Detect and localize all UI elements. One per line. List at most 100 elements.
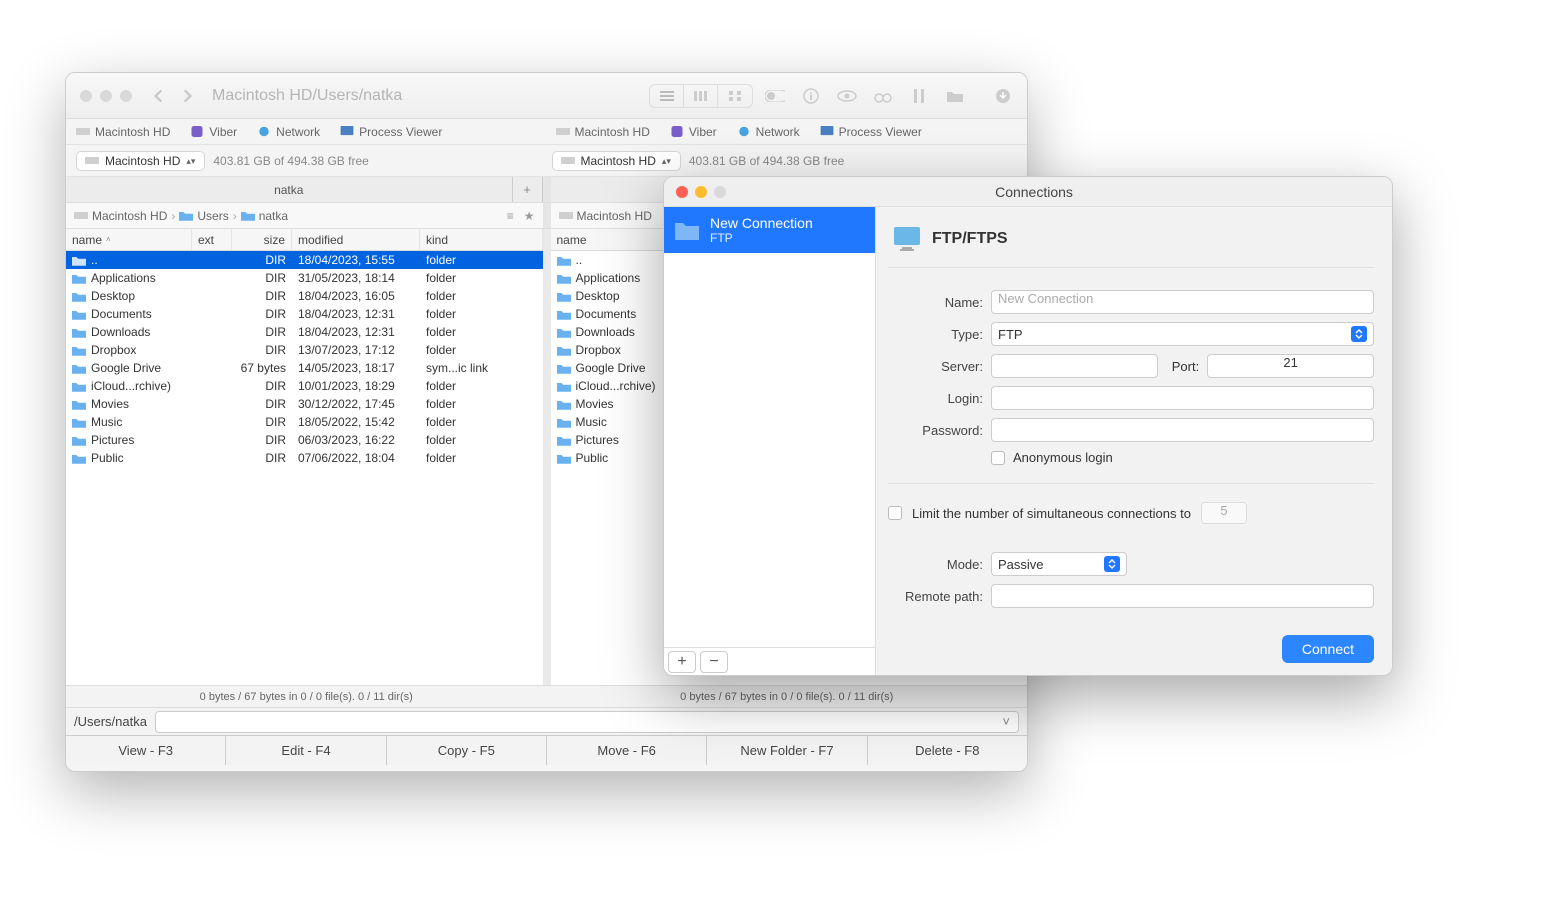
breadcrumb-item[interactable]: Macintosh HD bbox=[74, 209, 167, 223]
fn-button[interactable]: Delete - F8 bbox=[868, 736, 1027, 765]
limit-checkbox[interactable] bbox=[888, 506, 902, 520]
name-input[interactable]: New Connection bbox=[991, 290, 1374, 314]
folder-icon bbox=[674, 219, 700, 241]
header-kind[interactable]: kind bbox=[420, 229, 543, 250]
view-columns-button[interactable] bbox=[684, 85, 718, 107]
fn-button[interactable]: Edit - F4 bbox=[226, 736, 386, 765]
close-window-button[interactable] bbox=[80, 90, 92, 102]
connection-item[interactable]: New Connection FTP bbox=[664, 207, 875, 253]
drive-selector-right[interactable]: Macintosh HD ▴▾ bbox=[552, 151, 681, 171]
favorite-macintosh-hd[interactable]: Macintosh HD bbox=[76, 125, 170, 139]
connection-form: FTP/FTPS Name: New Connection Type: FTP … bbox=[876, 207, 1392, 675]
breadcrumb-item[interactable]: Macintosh HD bbox=[559, 209, 652, 223]
favorites-bar: Macintosh HD Viber Network Process Viewe… bbox=[66, 119, 1027, 145]
chevron-updown-icon: ▴▾ bbox=[186, 158, 196, 164]
path-bar: /Users/natka ˅ bbox=[66, 707, 1027, 735]
fn-button[interactable]: New Folder - F7 bbox=[707, 736, 867, 765]
status-right: 0 bytes / 67 bytes in 0 / 0 file(s). 0 /… bbox=[547, 686, 1028, 707]
table-row[interactable]: PublicDIR07/06/2022, 18:04folder bbox=[66, 449, 543, 467]
header-size[interactable]: size bbox=[232, 229, 292, 250]
favorite-macintosh-hd-right[interactable]: Macintosh HD bbox=[556, 125, 650, 139]
remove-connection-button[interactable]: − bbox=[700, 651, 728, 673]
table-row[interactable]: DocumentsDIR18/04/2023, 12:31folder bbox=[66, 305, 543, 323]
folder-icon[interactable] bbox=[945, 89, 965, 103]
info-icon[interactable] bbox=[801, 89, 821, 103]
favorite-process-viewer-right[interactable]: Process Viewer bbox=[820, 125, 922, 139]
limit-label: Limit the number of simultaneous connect… bbox=[912, 506, 1191, 521]
type-label: Type: bbox=[888, 327, 983, 342]
view-list-button[interactable] bbox=[650, 85, 684, 107]
table-row[interactable]: Google Drive67 bytes14/05/2023, 18:17sym… bbox=[66, 359, 543, 377]
favorite-viber[interactable]: Viber bbox=[190, 125, 237, 139]
connect-button[interactable]: Connect bbox=[1282, 635, 1374, 663]
limit-input[interactable]: 5 bbox=[1201, 502, 1247, 524]
favorite-network[interactable]: Network bbox=[257, 125, 320, 139]
server-input[interactable] bbox=[991, 354, 1158, 378]
mode-select[interactable]: Passive bbox=[991, 552, 1127, 576]
fn-button[interactable]: Move - F6 bbox=[547, 736, 707, 765]
table-row[interactable]: MoviesDIR30/12/2022, 17:45folder bbox=[66, 395, 543, 413]
favorite-network-right[interactable]: Network bbox=[737, 125, 800, 139]
fn-button[interactable]: View - F3 bbox=[66, 736, 226, 765]
header-modified[interactable]: modified bbox=[292, 229, 420, 250]
maximize-dialog-button[interactable] bbox=[714, 186, 726, 198]
status-left: 0 bytes / 67 bytes in 0 / 0 file(s). 0 /… bbox=[66, 686, 547, 707]
chevron-down-icon: ˅ bbox=[1002, 714, 1010, 729]
add-connection-button[interactable]: + bbox=[668, 651, 696, 673]
fn-button[interactable]: Copy - F5 bbox=[387, 736, 547, 765]
path-input[interactable]: ˅ bbox=[155, 711, 1019, 733]
function-bar: View - F3Edit - F4Copy - F5Move - F6New … bbox=[66, 735, 1027, 765]
header-name[interactable]: name˄ bbox=[66, 229, 192, 250]
breadcrumb-item[interactable]: Users bbox=[179, 209, 228, 223]
table-row[interactable]: PicturesDIR06/03/2023, 16:22folder bbox=[66, 431, 543, 449]
remote-path-input[interactable] bbox=[991, 584, 1374, 608]
remote-path-label: Remote path: bbox=[888, 589, 983, 604]
dialog-titlebar: Connections bbox=[664, 177, 1392, 207]
favorite-viber-right[interactable]: Viber bbox=[670, 125, 717, 139]
password-label: Password: bbox=[888, 423, 983, 438]
chevron-right-icon: › bbox=[171, 209, 175, 223]
drive-selector-left[interactable]: Macintosh HD ▴▾ bbox=[76, 151, 205, 171]
name-label: Name: bbox=[888, 295, 983, 310]
breadcrumb-item[interactable]: natka bbox=[241, 209, 288, 223]
form-header: FTP/FTPS bbox=[888, 219, 1374, 268]
binoculars-icon[interactable] bbox=[873, 89, 893, 103]
favorite-process-viewer[interactable]: Process Viewer bbox=[340, 125, 442, 139]
login-input[interactable] bbox=[991, 386, 1374, 410]
pause-icon[interactable] bbox=[909, 89, 929, 103]
table-row[interactable]: DropboxDIR13/07/2023, 17:12folder bbox=[66, 341, 543, 359]
table-row[interactable]: ..DIR18/04/2023, 15:55folder bbox=[66, 251, 543, 269]
port-input[interactable]: 21 bbox=[1207, 354, 1374, 378]
path-label: /Users/natka bbox=[74, 714, 147, 729]
table-row[interactable]: ApplicationsDIR31/05/2023, 18:14folder bbox=[66, 269, 543, 287]
status-bar: 0 bytes / 67 bytes in 0 / 0 file(s). 0 /… bbox=[66, 685, 1027, 707]
forward-button[interactable] bbox=[178, 87, 196, 105]
anonymous-checkbox[interactable] bbox=[991, 451, 1005, 465]
back-button[interactable] bbox=[150, 87, 168, 105]
type-select[interactable]: FTP bbox=[991, 322, 1374, 346]
table-row[interactable]: iCloud...rchive)DIR10/01/2023, 18:29fold… bbox=[66, 377, 543, 395]
chevron-right-icon: › bbox=[233, 209, 237, 223]
star-icon[interactable]: ★ bbox=[524, 209, 535, 223]
add-tab-button-left[interactable]: + bbox=[513, 177, 543, 202]
password-input[interactable] bbox=[991, 418, 1374, 442]
minimize-dialog-button[interactable] bbox=[695, 186, 707, 198]
toggle-icon[interactable] bbox=[765, 89, 785, 103]
sort-caret-icon: ˄ bbox=[106, 235, 111, 244]
minimize-window-button[interactable] bbox=[100, 90, 112, 102]
table-row[interactable]: DesktopDIR18/04/2023, 16:05folder bbox=[66, 287, 543, 305]
header-ext[interactable]: ext bbox=[192, 229, 232, 250]
maximize-window-button[interactable] bbox=[120, 90, 132, 102]
monitor-icon bbox=[892, 225, 922, 253]
left-pane: name˄ ext size modified kind ..DIR18/04/… bbox=[66, 229, 543, 685]
table-row[interactable]: DownloadsDIR18/04/2023, 12:31folder bbox=[66, 323, 543, 341]
list-view-icon[interactable]: ≡ bbox=[507, 209, 514, 223]
mode-label: Mode: bbox=[888, 557, 983, 572]
close-dialog-button[interactable] bbox=[676, 186, 688, 198]
eye-icon[interactable] bbox=[837, 89, 857, 103]
connections-dialog: Connections New Connection FTP + − F bbox=[663, 176, 1393, 676]
view-grid-button[interactable] bbox=[718, 85, 752, 107]
download-icon[interactable] bbox=[993, 89, 1013, 103]
table-row[interactable]: MusicDIR18/05/2022, 15:42folder bbox=[66, 413, 543, 431]
tab-left[interactable]: natka bbox=[66, 177, 513, 202]
